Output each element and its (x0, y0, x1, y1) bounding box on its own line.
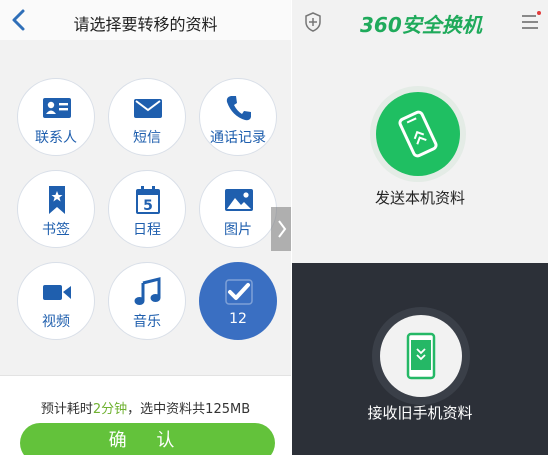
calendar-day: 5 (143, 198, 153, 214)
category-label: 书签 (42, 222, 70, 238)
bookmark-icon (49, 186, 65, 214)
music-note-icon (134, 277, 161, 305)
receive-circle (380, 315, 462, 397)
back-arrow-icon[interactable] (6, 6, 32, 34)
envelope-icon (134, 99, 162, 118)
app-logo: 360安全换机 (360, 13, 482, 37)
mode-select-screen: 360安全换机 发送本机资料 接收旧手机资料 (292, 0, 548, 455)
category-label: 音乐 (133, 314, 161, 330)
swipe-next-handle[interactable] (271, 207, 291, 251)
video-camera-icon (43, 285, 71, 300)
category-label: 联系人 (35, 130, 77, 146)
select-all-toggle[interactable]: 12 (199, 262, 277, 340)
calendar-icon: 5 (136, 186, 160, 214)
selected-count: 12 (229, 311, 247, 327)
confirm-button[interactable]: 确 认 (20, 423, 275, 455)
estimate-prefix: 预计耗时 (40, 402, 93, 417)
send-panel: 360安全换机 发送本机资料 (292, 0, 548, 263)
receive-button[interactable] (372, 307, 470, 405)
bottom-panel: 预计耗时2分钟，选中资料共125MB 确 认 (0, 375, 291, 455)
menu-icon[interactable] (521, 14, 539, 30)
phone-receive-icon (406, 332, 436, 380)
send-button[interactable] (370, 86, 466, 182)
category-calendar[interactable]: 5 日程 (108, 170, 186, 248)
category-pictures[interactable]: 图片 (199, 170, 277, 248)
category-label: 短信 (133, 130, 161, 146)
category-label: 视频 (42, 314, 70, 330)
estimate-size: 125MB (205, 402, 251, 417)
category-contacts[interactable]: 联系人 (17, 78, 95, 156)
checkmark-icon (225, 279, 253, 305)
category-label: 日程 (133, 222, 161, 238)
category-sms[interactable]: 短信 (108, 78, 186, 156)
notification-dot (537, 11, 541, 15)
estimate-middle: ，选中资料共 (127, 402, 206, 417)
category-music[interactable]: 音乐 (108, 262, 186, 340)
header-bar: 360安全换机 (292, 0, 548, 42)
category-bookmarks[interactable]: 书签 (17, 170, 95, 248)
transfer-estimate: 预计耗时2分钟，选中资料共125MB (0, 398, 291, 417)
category-video[interactable]: 视频 (17, 262, 95, 340)
contact-card-icon (43, 98, 71, 118)
category-label: 通话记录 (210, 130, 266, 146)
send-circle (376, 92, 460, 176)
category-label: 图片 (224, 222, 252, 238)
image-icon (225, 189, 253, 211)
phone-icon (226, 96, 251, 121)
page-title: 请选择要转移的资料 (73, 15, 218, 34)
receive-panel: 接收旧手机资料 (292, 263, 548, 455)
shield-plus-icon[interactable] (304, 12, 322, 32)
transfer-select-screen: 请选择要转移的资料 联系人 短信 通话记录 书签 5 日程 图片 视频 音乐 1… (0, 0, 291, 455)
estimate-time: 2分钟 (92, 402, 128, 417)
header-bar: 请选择要转移的资料 (0, 0, 291, 40)
receive-label: 接收旧手机资料 (367, 404, 473, 422)
phone-send-icon (398, 110, 438, 158)
category-call-log[interactable]: 通话记录 (199, 78, 277, 156)
chevron-right-icon (278, 220, 287, 238)
send-label: 发送本机资料 (374, 189, 465, 207)
